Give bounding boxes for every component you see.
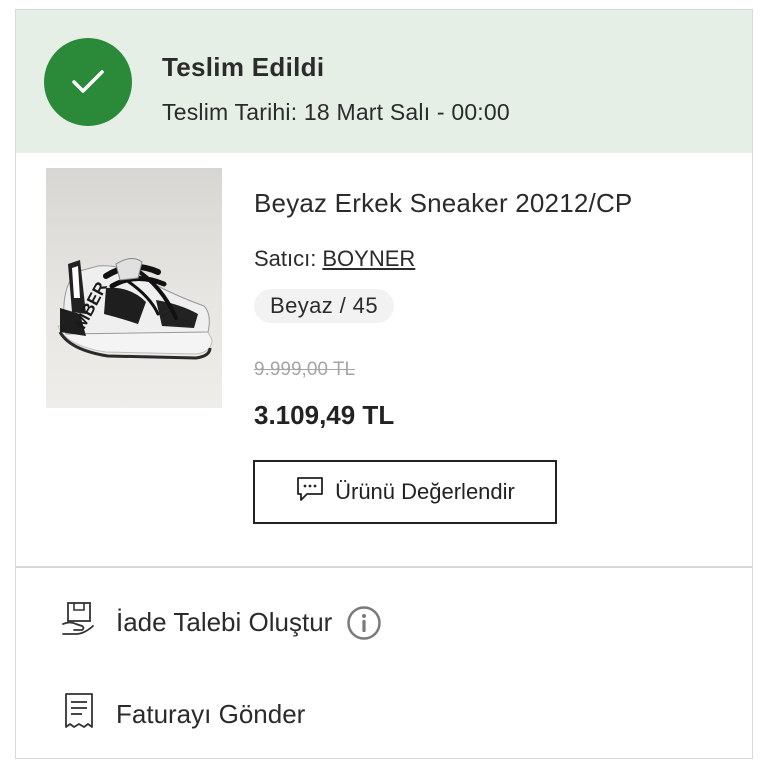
return-label: İade Talebi Oluştur <box>116 607 333 637</box>
delivery-date: Teslim Tarihi: 18 Mart Salı - 00:00 <box>162 99 510 125</box>
status-title: Teslim Edildi <box>162 52 325 82</box>
info-icon[interactable] <box>346 605 382 641</box>
create-return-request[interactable]: İade Talebi Oluştur <box>60 600 382 645</box>
seller-label: Satıcı: <box>254 246 317 271</box>
chat-bubble-icon <box>295 475 325 509</box>
seller-row: Satıcı: BOYNER <box>254 246 415 272</box>
review-product-button[interactable]: Ürünü Değerlendir <box>253 460 557 524</box>
send-invoice[interactable]: Faturayı Gönder <box>60 691 305 738</box>
sneaker-illustration: MBER <box>57 258 213 360</box>
check-icon <box>44 38 132 126</box>
return-box-icon <box>60 600 98 645</box>
variant-chip: Beyaz / 45 <box>254 289 394 323</box>
seller-link[interactable]: BOYNER <box>322 246 415 271</box>
divider <box>16 566 752 568</box>
product-name[interactable]: Beyaz Erkek Sneaker 20212/CP <box>254 188 632 219</box>
invoice-label: Faturayı Gönder <box>116 699 306 729</box>
product-image[interactable]: MBER <box>46 168 222 408</box>
current-price: 3.109,49 TL <box>254 400 395 430</box>
order-item-card: Teslim Edildi Teslim Tarihi: 18 Mart Sal… <box>15 9 753 759</box>
delivery-status-banner: Teslim Edildi Teslim Tarihi: 18 Mart Sal… <box>16 10 752 153</box>
review-button-label: Ürünü Değerlendir <box>335 479 515 504</box>
old-price: 9.999,00 TL <box>254 359 356 380</box>
receipt-icon <box>60 691 98 738</box>
